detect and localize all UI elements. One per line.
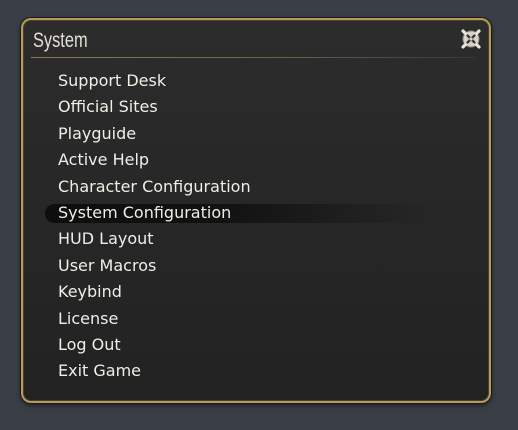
menu-item-label: HUD Layout: [58, 229, 154, 249]
menu-item-label: Exit Game: [58, 361, 142, 381]
system-menu: Support Desk Official Sites Playguide Ac…: [23, 68, 489, 385]
menu-item-label: User Macros: [58, 255, 157, 275]
menu-item-character-configuration[interactable]: Character Configuration: [23, 174, 489, 200]
menu-item-keybind[interactable]: Keybind: [23, 279, 489, 305]
menu-item-exit-game[interactable]: Exit Game: [23, 358, 489, 384]
menu-item-official-sites[interactable]: Official Sites: [23, 94, 489, 120]
menu-item-active-help[interactable]: Active Help: [23, 147, 489, 173]
menu-item-label: Keybind: [58, 282, 122, 302]
menu-item-label: Active Help: [58, 150, 150, 170]
menu-item-license[interactable]: License: [23, 306, 489, 332]
menu-item-label: System Configuration: [58, 202, 232, 222]
system-window: System Support Desk Official Sites Playg…: [21, 18, 491, 403]
menu-item-support-desk[interactable]: Support Desk: [23, 68, 489, 94]
menu-item-label: Character Configuration: [58, 176, 251, 196]
window-title: System: [33, 29, 88, 52]
menu-item-hud-layout[interactable]: HUD Layout: [23, 226, 489, 252]
menu-item-label: Official Sites: [58, 97, 158, 117]
close-button[interactable]: [459, 27, 483, 51]
menu-item-label: Log Out: [58, 334, 121, 354]
menu-item-system-configuration[interactable]: System Configuration: [23, 200, 489, 226]
close-icon: [461, 29, 481, 49]
menu-item-label: License: [58, 308, 119, 328]
menu-item-playguide[interactable]: Playguide: [23, 121, 489, 147]
menu-item-user-macros[interactable]: User Macros: [23, 253, 489, 279]
menu-item-label: Playguide: [58, 123, 137, 143]
menu-item-log-out[interactable]: Log Out: [23, 332, 489, 358]
title-bar[interactable]: System: [23, 20, 489, 60]
title-divider: [31, 57, 475, 58]
menu-item-label: Support Desk: [58, 71, 167, 90]
